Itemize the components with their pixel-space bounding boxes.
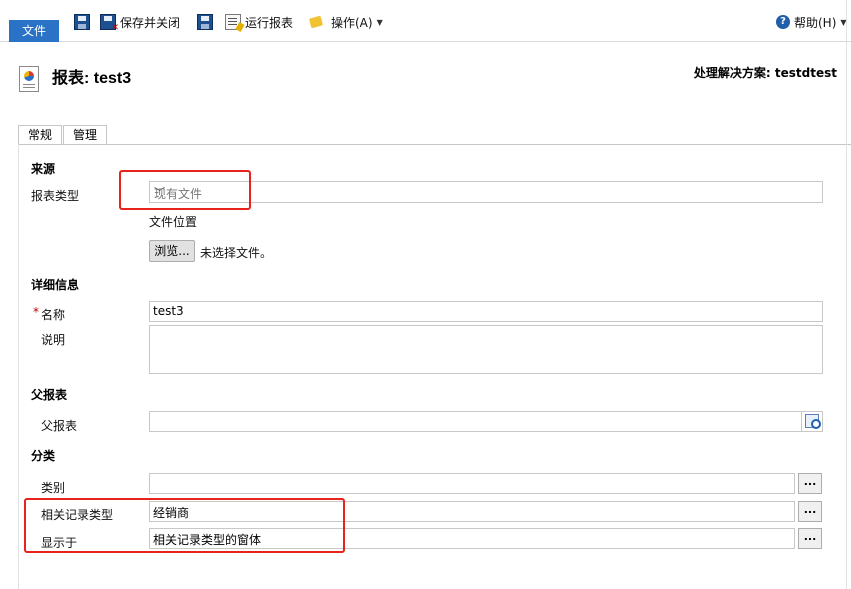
tab-divider — [18, 144, 851, 145]
run-report-icon — [225, 14, 241, 30]
actions-label: 操作(A) — [331, 15, 373, 30]
actions-menu[interactable]: 操作(A) ▼ — [309, 12, 383, 32]
save-close-icon — [100, 14, 119, 33]
display-in-more-button[interactable]: ... — [798, 528, 822, 549]
save-new-icon — [197, 14, 213, 30]
browse-button[interactable]: 浏览... — [149, 240, 195, 262]
required-indicator: * — [33, 305, 39, 319]
section-parent-title: 父报表 — [31, 388, 68, 402]
save-new-button[interactable] — [197, 12, 213, 32]
tab-general[interactable]: 常规 — [18, 125, 63, 145]
actions-icon — [309, 14, 327, 30]
tab-bar: 常规 管理 — [18, 125, 108, 145]
file-location-label: 文件位置 — [149, 215, 198, 229]
command-bar: 文件 保存并关闭 运行报表 操作(A) ▼ ? 帮助(H) ▼ — [0, 0, 851, 42]
name-label: 名称 — [41, 308, 66, 322]
help-icon: ? — [776, 15, 790, 29]
highlight-box-related-fields — [24, 498, 345, 553]
run-report-label: 运行报表 — [245, 15, 294, 30]
run-report-button[interactable]: 运行报表 — [225, 12, 293, 32]
file-button[interactable]: 文件 — [9, 20, 59, 42]
related-record-type-more-button[interactable]: ... — [798, 501, 822, 522]
report-icon — [19, 66, 39, 92]
form-border-right — [846, 0, 847, 589]
solution-label: 处理解决方案: testdtest — [693, 66, 837, 80]
section-source-title: 来源 — [31, 162, 56, 176]
help-label: 帮助(H) — [794, 15, 837, 30]
section-category-title: 分类 — [31, 449, 56, 463]
form-border-left — [18, 144, 19, 589]
name-input[interactable]: test3 — [149, 301, 823, 322]
highlight-box-report-type — [119, 170, 251, 210]
category-input[interactable] — [149, 473, 795, 494]
page-title: 报表: test3 — [52, 70, 132, 87]
report-type-label: 报表类型 — [31, 189, 80, 203]
save-button[interactable] — [74, 12, 90, 32]
parent-report-label: 父报表 — [41, 419, 78, 433]
help-menu[interactable]: ? 帮助(H) ▼ — [776, 12, 847, 32]
chevron-down-icon: ▼ — [376, 17, 383, 27]
tab-administration[interactable]: 管理 — [63, 125, 108, 145]
name-value: test3 — [153, 304, 184, 318]
save-and-close-button[interactable]: 保存并关闭 — [100, 12, 181, 33]
description-label: 说明 — [41, 333, 66, 347]
category-more-button[interactable]: ... — [798, 473, 822, 494]
chevron-down-icon: ﹀ — [154, 186, 165, 199]
parent-report-lookup[interactable] — [149, 411, 823, 432]
no-file-text: 未选择文件。 — [200, 246, 273, 260]
save-and-close-label: 保存并关闭 — [120, 15, 181, 30]
lookup-search-icon[interactable] — [801, 412, 822, 432]
section-details-title: 详细信息 — [31, 278, 80, 292]
save-icon — [74, 14, 90, 30]
category-label: 类别 — [41, 481, 66, 495]
description-textarea[interactable] — [149, 325, 823, 374]
